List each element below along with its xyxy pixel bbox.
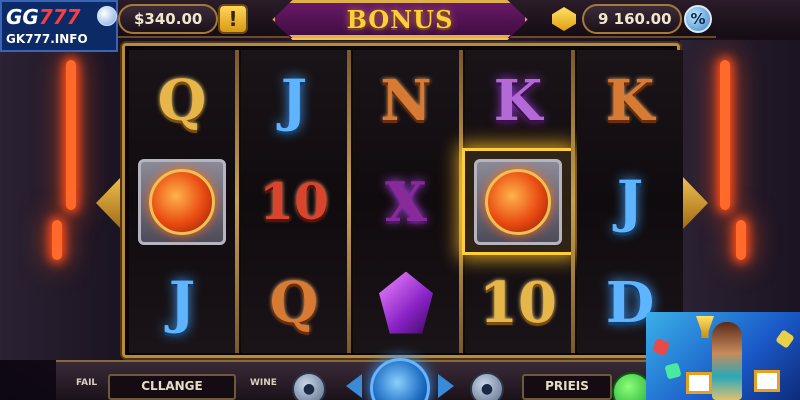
coin-icon: ● (480, 381, 494, 397)
reel-frame: Q J J 10 Q N X K 10 K J D (122, 43, 683, 358)
fire-badge-core-icon (149, 168, 215, 235)
letter-j-symbol: J (616, 168, 644, 235)
percent-button[interactable]: % (684, 5, 712, 33)
fire-badge-core-icon (485, 168, 551, 235)
change-field[interactable]: CLLANGE (108, 374, 236, 400)
neon-light-left-lower (52, 220, 62, 260)
fail-label: FAIL (76, 378, 98, 388)
chip-icon (664, 362, 682, 380)
number-10-symbol: 10 (479, 269, 557, 336)
letter-k-symbol: K (493, 67, 543, 134)
spin-arrow-right-icon (438, 374, 454, 398)
letter-j-symbol: J (168, 269, 196, 336)
letter-q-symbol: Q (269, 269, 319, 336)
reel-cell: J (577, 151, 683, 252)
reel-divider (571, 50, 575, 353)
reel-cell: J (241, 50, 347, 151)
change-label: CLLANGE (141, 379, 203, 393)
reel-2: J 10 Q (241, 50, 347, 353)
reel-cell: K (465, 50, 571, 151)
coin-stack-icon: ● (302, 381, 316, 397)
logo-mark: GG777 (6, 5, 81, 29)
prieis-label: PRIEIS (545, 379, 589, 393)
wine-label: WINE (250, 378, 277, 388)
reel-divider (459, 50, 463, 353)
wild-x-icon: X (385, 169, 427, 234)
reel-4: K 10 (465, 50, 571, 353)
letter-k-symbol: K (605, 67, 655, 134)
alert-button[interactable]: ! (218, 4, 248, 34)
logo-url: GK777.INFO (6, 32, 88, 46)
reel-cell: J (129, 252, 235, 353)
bet-down-button[interactable]: ● (292, 372, 326, 400)
letter-q-symbol: Q (157, 67, 207, 134)
gift-box-icon (754, 370, 780, 392)
exclamation-icon: ! (228, 7, 238, 31)
reel-divider (347, 50, 351, 353)
spin-arrow-left-icon (346, 374, 362, 398)
brand-logo: GG777 GK777.INFO (0, 0, 118, 52)
balance-display: $340.00 (118, 4, 218, 34)
chip-icon (775, 329, 795, 349)
percent-icon: % (690, 10, 706, 28)
bonus-title: BONUS (346, 4, 454, 34)
logo-number-text: 777 (38, 5, 81, 29)
fire-badge-icon (138, 158, 226, 245)
promo-thumbnail[interactable] (646, 312, 800, 400)
logo-ball-icon (97, 6, 117, 26)
number-10-symbol: 10 (259, 171, 329, 231)
coins-display: 9 160.00 (582, 4, 682, 34)
neon-light-right-lower (736, 220, 746, 260)
reel-cell: Q (129, 50, 235, 151)
top-bar-corner (716, 0, 800, 38)
reel-cell: 10 (241, 151, 347, 252)
promo-figure (712, 322, 742, 400)
reel-cell: K (577, 50, 683, 151)
bonus-banner: BONUS (272, 0, 528, 40)
reel-divider (235, 50, 239, 353)
neon-light-right (720, 60, 730, 210)
purple-crystal-icon (379, 271, 433, 334)
reel-cell: X (353, 151, 459, 252)
balance-value: $340.00 (134, 10, 203, 28)
reel-cell: 10 (465, 252, 571, 353)
letter-j-symbol: J (280, 67, 308, 134)
coins-value: 9 160.00 (598, 10, 672, 28)
reel-cell: N (353, 50, 459, 151)
reel-1: QJ (129, 50, 235, 353)
reel-3: NX (353, 50, 459, 353)
autoplay-button[interactable]: ● (470, 372, 504, 400)
chip-icon (652, 338, 670, 356)
letter-n-symbol: N (380, 67, 432, 134)
gem-icon (552, 7, 576, 31)
reel-5: KJD (577, 50, 683, 353)
reel-cell: Q (241, 252, 347, 353)
reel-cell (465, 151, 571, 252)
reel-cell (129, 151, 235, 252)
fire-badge-icon (474, 158, 562, 245)
neon-light-left (66, 60, 76, 210)
reel-cell (353, 252, 459, 353)
prieis-field[interactable]: PRIEIS (522, 374, 612, 400)
gift-box-icon (686, 372, 712, 394)
logo-gg-text: GG (6, 5, 39, 29)
